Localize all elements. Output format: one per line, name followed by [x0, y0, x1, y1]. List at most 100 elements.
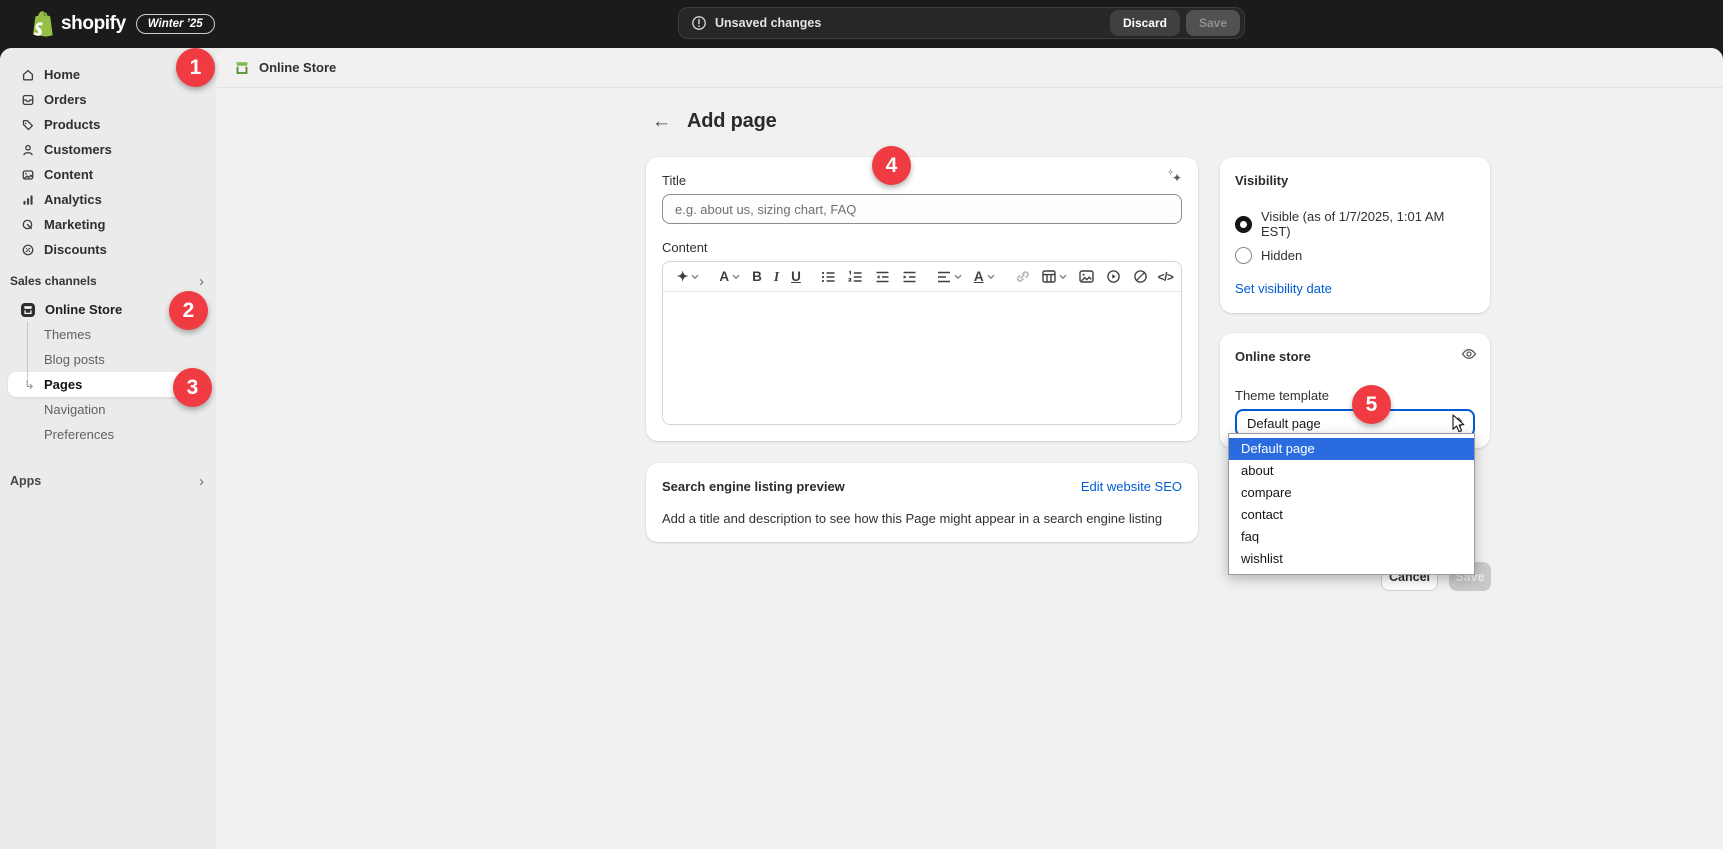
indent-icon: [902, 270, 917, 284]
shopify-bag-icon: [28, 10, 53, 38]
radio-label: Visible (as of 1/7/2025, 1:01 AM EST): [1261, 209, 1475, 239]
sidebar-item-preferences[interactable]: Preferences: [0, 422, 216, 447]
back-arrow-icon[interactable]: ←: [652, 112, 671, 131]
version-badge: Winter ’25: [136, 14, 215, 34]
visibility-card-title: Visibility: [1235, 173, 1288, 188]
sidebar-item-content[interactable]: Content: [0, 162, 216, 187]
sub-item-label: Themes: [44, 327, 91, 342]
chevron-down-icon: [954, 274, 962, 280]
unsaved-changes-text: Unsaved changes: [715, 16, 821, 30]
magic-sparkles-icon[interactable]: ✧✦: [1167, 168, 1182, 185]
unsaved-changes-banner: Unsaved changes Discard Save: [678, 7, 1245, 39]
outdent-icon: [875, 270, 890, 284]
content-icon: [21, 168, 35, 182]
customers-icon: [21, 143, 35, 157]
shopify-logo[interactable]: shopify: [28, 10, 126, 38]
content-field-label: Content: [662, 240, 1182, 255]
chevron-right-icon: ›: [199, 474, 204, 489]
radio-selected-icon[interactable]: [1235, 216, 1252, 233]
sales-channels-label: Sales channels: [10, 274, 97, 288]
rich-text-editor: ✦ A: [662, 261, 1182, 425]
video-play-icon: [1106, 269, 1121, 284]
home-icon: [21, 68, 35, 82]
bullet-list-button[interactable]: [821, 270, 836, 284]
dropdown-option-wishlist[interactable]: wishlist: [1229, 548, 1474, 570]
theme-template-value: Default page: [1247, 416, 1321, 431]
radio-unselected-icon[interactable]: [1235, 247, 1252, 264]
sub-item-label: Preferences: [44, 427, 114, 442]
visibility-card: Visibility Visible (as of 1/7/2025, 1:01…: [1220, 157, 1490, 313]
italic-button[interactable]: I: [774, 270, 779, 284]
clear-formatting-button[interactable]: [1133, 269, 1148, 284]
step-annotation-3: 3: [173, 368, 212, 407]
title-input[interactable]: [662, 194, 1182, 224]
visibility-option-visible[interactable]: Visible (as of 1/7/2025, 1:01 AM EST): [1235, 209, 1475, 239]
online-store-card-title: Online store: [1235, 349, 1311, 364]
sidebar-item-discounts[interactable]: Discounts: [0, 237, 216, 262]
sidebar-item-label: Online Store: [45, 302, 122, 317]
magic-text-button[interactable]: ✦: [677, 270, 699, 284]
bold-button[interactable]: B: [752, 270, 762, 284]
sidebar-item-label: Discounts: [44, 242, 107, 257]
align-left-icon: [937, 271, 951, 283]
text-color-button[interactable]: A: [974, 270, 995, 284]
sidebar-item-blog-posts[interactable]: Blog posts: [0, 347, 216, 372]
dropdown-option-faq[interactable]: faq: [1229, 526, 1474, 548]
step-annotation-5: 5: [1352, 385, 1391, 424]
image-button[interactable]: [1079, 270, 1094, 283]
visibility-option-hidden[interactable]: Hidden: [1235, 247, 1475, 264]
text-style-button[interactable]: A: [719, 270, 740, 284]
page-title: Add page: [687, 110, 777, 133]
brand-wordmark: shopify: [61, 13, 126, 35]
discard-button[interactable]: Discard: [1110, 10, 1180, 36]
sparkle-icon: ✦: [677, 270, 688, 284]
indent-button[interactable]: [902, 270, 917, 284]
sub-item-label: Navigation: [44, 402, 105, 417]
underline-button[interactable]: U: [791, 270, 801, 284]
sidebar-item-analytics[interactable]: Analytics: [0, 187, 216, 212]
link-icon: [1015, 269, 1030, 284]
dropdown-option-default-page[interactable]: Default page: [1229, 438, 1474, 460]
font-style-icon: A: [719, 270, 729, 284]
chevron-down-icon: [1059, 274, 1067, 280]
step-annotation-2: 2: [169, 291, 208, 330]
set-visibility-date-link[interactable]: Set visibility date: [1235, 281, 1332, 296]
sidebar-item-label: Orders: [44, 92, 87, 107]
page-heading: ← Add page: [646, 110, 1490, 133]
prohibit-icon: [1133, 269, 1148, 284]
sidebar-item-customers[interactable]: Customers: [0, 137, 216, 162]
dropdown-option-about[interactable]: about: [1229, 460, 1474, 482]
channel-header-title: Online Store: [259, 60, 336, 75]
topbar: shopify Winter ’25 Unsaved changes Disca…: [0, 0, 1723, 48]
dropdown-option-contact[interactable]: contact: [1229, 504, 1474, 526]
sub-item-label: Pages: [44, 377, 82, 392]
code-view-button[interactable]: </>: [1158, 271, 1182, 283]
outdent-button[interactable]: [875, 270, 890, 284]
seo-card-description: Add a title and description to see how t…: [662, 511, 1182, 526]
video-button[interactable]: [1106, 269, 1121, 284]
sidebar-item-orders[interactable]: Orders: [0, 87, 216, 112]
preview-eye-button[interactable]: [1461, 346, 1477, 367]
numbered-list-button[interactable]: [848, 270, 863, 284]
text-color-icon: A: [974, 270, 984, 284]
edit-website-seo-link[interactable]: Edit website SEO: [1081, 479, 1182, 494]
tree-connector-line: [27, 322, 28, 378]
sidebar-item-marketing[interactable]: Marketing: [0, 212, 216, 237]
dropdown-option-compare[interactable]: compare: [1229, 482, 1474, 504]
sales-channels-header[interactable]: Sales channels ›: [0, 272, 216, 290]
products-icon: [21, 118, 35, 132]
chevron-down-icon: [732, 274, 740, 280]
bullet-list-icon: [821, 270, 836, 284]
online-store-card: Online store Theme template Default page: [1220, 333, 1490, 448]
editor-content-area[interactable]: [663, 292, 1181, 424]
page-form-card: ✧✦ Title Content ✦: [646, 157, 1198, 441]
sidebar-item-label: Marketing: [44, 217, 105, 232]
alignment-button[interactable]: [937, 271, 962, 283]
table-button[interactable]: [1042, 270, 1067, 283]
tree-arrow-icon: ↳: [24, 377, 38, 393]
step-annotation-1: 1: [176, 48, 215, 87]
sidebar-item-products[interactable]: Products: [0, 112, 216, 137]
analytics-icon: [21, 193, 35, 207]
sidebar-item-apps[interactable]: Apps ›: [0, 471, 216, 491]
main-column: ✧✦ Title Content ✦: [646, 157, 1198, 542]
